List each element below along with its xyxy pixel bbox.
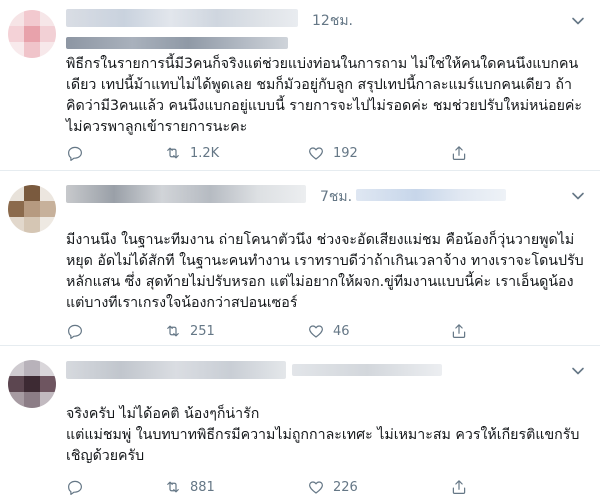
like-count: 192 [333,145,358,161]
tweet: 12ชม. พิธีกรในรายการนี้มี3คนก็จริงแต่ช่ว… [0,0,600,170]
share-button[interactable] [450,144,490,162]
heart-icon [309,481,323,494]
reply-icon [68,146,82,161]
retweet-button[interactable]: 881 [164,478,307,496]
reply-button[interactable] [66,478,164,496]
tweet-text: มีงานนึง ในฐานะทีมงาน ถ่ายโคนาตัวนึง ช่ว… [66,232,584,311]
tweet-text: จริงครับ ไม่ได้อคติ น้องๆก็น่ารัก แต่แม่… [66,406,580,464]
retweet-icon [167,481,179,493]
username-blurred[interactable] [66,37,288,49]
tweet-actions: 1.2K 192 [66,143,526,163]
retweet-count: 1.2K [190,145,220,161]
share-icon [452,480,466,494]
retweet-icon [167,147,179,159]
username-blurred[interactable] [356,189,506,201]
tweet-actions: 881 226 [66,477,526,497]
tweet: จริงครับ ไม่ได้อคติ น้องๆก็น่ารัก แต่แม่… [0,346,600,504]
share-icon [452,146,466,160]
avatar[interactable] [8,10,56,58]
like-button[interactable]: 46 [307,322,450,340]
retweet-icon [167,325,179,337]
like-button[interactable]: 226 [307,478,450,496]
chevron-down-icon[interactable] [570,13,586,29]
heart-icon [309,147,323,160]
heart-icon [309,325,323,338]
tweet-time[interactable]: 7ชม. [320,186,352,208]
avatar[interactable] [8,185,56,233]
display-name-blurred[interactable] [66,9,298,27]
reply-icon [68,324,82,339]
like-count: 46 [333,323,350,339]
retweet-count: 251 [190,323,215,339]
share-button[interactable] [450,478,490,496]
chevron-down-icon[interactable] [570,363,586,379]
reply-button[interactable] [66,144,164,162]
username-blurred[interactable] [292,364,442,376]
tweet-text: พิธีกรในรายการนี้มี3คนก็จริงแต่ช่วยแบ่งท… [66,56,583,135]
retweet-button[interactable]: 251 [164,322,307,340]
retweet-count: 881 [190,479,215,495]
avatar[interactable] [8,360,56,408]
chevron-down-icon[interactable] [570,188,586,204]
retweet-button[interactable]: 1.2K [164,144,307,162]
tweet: 7ชม. มีงานนึง ในฐานะทีมงาน ถ่ายโคนาตัวนึ… [0,171,600,345]
tweet-time[interactable]: 12ชม. [312,10,353,32]
reply-button[interactable] [66,322,164,340]
display-name-blurred[interactable] [66,185,306,203]
share-icon [452,324,466,338]
like-button[interactable]: 192 [307,144,450,162]
display-name-blurred[interactable] [66,361,286,379]
share-button[interactable] [450,322,490,340]
like-count: 226 [333,479,358,495]
tweet-actions: 251 46 [66,321,526,341]
reply-icon [68,480,82,495]
